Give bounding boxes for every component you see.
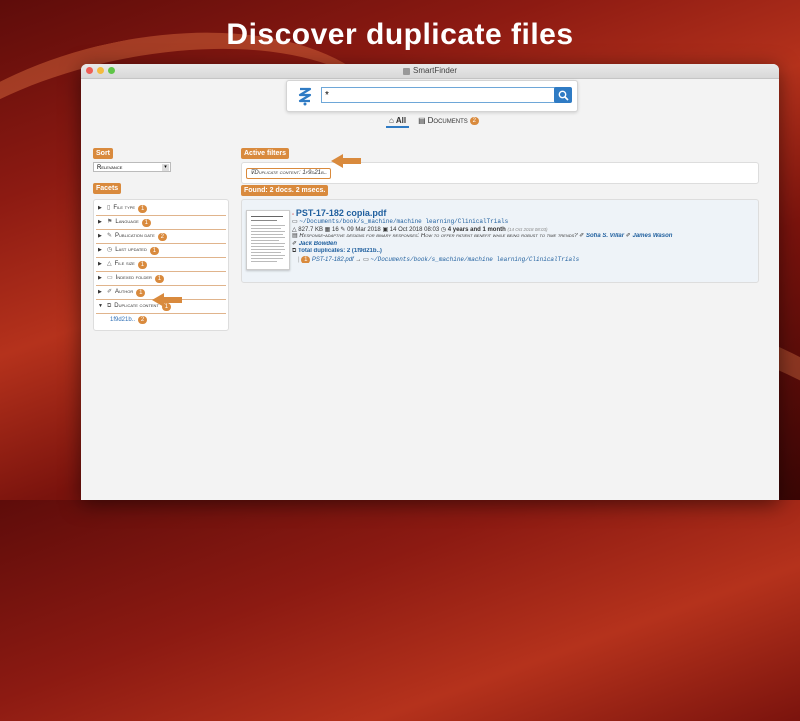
calendar-icon: ▣ bbox=[382, 226, 389, 233]
count-badge: 1 bbox=[154, 274, 164, 283]
folder-icon: ▭ bbox=[292, 219, 298, 225]
sort-select[interactable]: Relevance ▾ bbox=[93, 162, 171, 172]
title-bar: SmartFinder bbox=[81, 64, 779, 79]
chevron-down-icon: ▾ bbox=[162, 164, 169, 171]
flag-icon: ⚑ bbox=[107, 219, 113, 225]
window-title: SmartFinder bbox=[412, 66, 457, 75]
expand-arrow-icon: ▶ bbox=[98, 219, 102, 225]
duplicate-path-link[interactable]: ~/Documents/book/s_machine/machine learn… bbox=[370, 256, 579, 263]
file-age: 4 years and 1 month bbox=[447, 226, 506, 233]
document-thumbnail[interactable] bbox=[246, 210, 290, 270]
expand-arrow-icon: ▶ bbox=[98, 275, 102, 281]
active-filters-panel: Active filters ⊽Duplicate content: 1f9d2… bbox=[241, 142, 759, 184]
pages-icon: ▦ bbox=[324, 226, 331, 233]
author-link[interactable]: Jack Bowden bbox=[299, 241, 337, 247]
count-badge: 2 bbox=[138, 316, 148, 324]
facet-publication-date[interactable]: ▶ ✎ Publication date 2 bbox=[96, 230, 226, 244]
results-header: Found: 2 docs. 2 msecs. bbox=[241, 185, 329, 196]
expand-arrow-icon: ▶ bbox=[98, 289, 102, 295]
page-count: 16 bbox=[332, 226, 339, 233]
count-badge: 2 bbox=[469, 116, 479, 125]
facet-indexed-folder[interactable]: ▶ ▭ Indexed folder 1 bbox=[96, 272, 226, 286]
search-button[interactable] bbox=[554, 87, 572, 103]
file-age-detail: (14 Oct 2018 08:03) bbox=[507, 226, 548, 232]
document-icon: ▤ bbox=[418, 116, 426, 125]
folder-icon: ▭ bbox=[363, 256, 369, 263]
file-icon: ▯ bbox=[107, 205, 111, 211]
facets-list: ▶ ▯ File type 1 ▶ ⚑ Language 1 ▶ ✎ Publication d… bbox=[93, 199, 229, 331]
duplicate-file-link[interactable]: PST-17-182.pdf bbox=[312, 257, 354, 263]
result-item: ▫ PST-17-182 copia.pdf ▭ ~/Documents/boo… bbox=[241, 199, 759, 283]
publication-icon: ✎ bbox=[107, 233, 113, 239]
search-icon bbox=[558, 90, 569, 101]
pointer-arrow-icon bbox=[331, 154, 361, 168]
count-badge: 1 bbox=[137, 260, 147, 269]
clock-icon: ◷ bbox=[107, 247, 113, 253]
pointer-arrow-icon bbox=[152, 293, 182, 307]
home-icon: ⌂ bbox=[389, 116, 394, 125]
left-panel: Sort Relevance ▾ Facets ▶ ▯ File type 1 ▶ ⚑ L… bbox=[93, 142, 229, 331]
size-icon: △ bbox=[292, 226, 297, 233]
result-path-link[interactable]: ~/Documents/book/s_machine/machine learn… bbox=[299, 218, 508, 225]
pen-icon: ✐ bbox=[625, 233, 631, 239]
facet-file-type[interactable]: ▶ ▯ File type 1 bbox=[96, 202, 226, 216]
folder-icon: ▭ bbox=[107, 275, 113, 281]
expand-arrow-icon: ▶ bbox=[98, 233, 102, 239]
arrow-right-icon: → bbox=[355, 256, 362, 263]
count-badge: 1 bbox=[149, 246, 159, 255]
duplicate-icon: ⧉ bbox=[292, 248, 297, 254]
count-badge: 2 bbox=[157, 232, 167, 241]
author-link[interactable]: James Wason bbox=[632, 233, 672, 239]
facet-language[interactable]: ▶ ⚑ Language 1 bbox=[96, 216, 226, 230]
clock-icon: ◷ bbox=[440, 226, 447, 233]
pen-icon: ✐ bbox=[107, 289, 113, 295]
headline: Discover duplicate files bbox=[226, 18, 574, 51]
search-input[interactable] bbox=[321, 87, 561, 103]
subject-icon: ▤ bbox=[292, 233, 298, 239]
app-window: SmartFinder ⌂ All ▤ Documents 2 Sort R bbox=[81, 64, 779, 500]
modified-date: 14 Oct 2018 08:03 bbox=[389, 226, 440, 233]
count-badge: 1 bbox=[141, 218, 151, 227]
sort-label: Sort bbox=[93, 148, 113, 159]
publication-date: 09 Mar 2018 bbox=[347, 226, 381, 233]
facet-value-duplicate[interactable]: 1f9d21b.. 2 bbox=[96, 314, 226, 326]
smartfinder-logo-icon bbox=[298, 87, 312, 106]
active-filters-label: Active filters bbox=[241, 148, 290, 159]
count-badge: 1 bbox=[138, 204, 148, 213]
tab-all[interactable]: ⌂ All bbox=[386, 115, 410, 128]
size-icon: △ bbox=[107, 261, 112, 267]
expand-arrow-icon: ▶ bbox=[98, 205, 102, 211]
result-title-link[interactable]: PST-17-182 copia.pdf bbox=[296, 208, 387, 218]
zoom-window-button[interactable] bbox=[108, 67, 115, 74]
app-icon bbox=[402, 67, 410, 75]
author-link[interactable]: Sofia S. Villar bbox=[586, 233, 624, 239]
tab-bar: ⌂ All ▤ Documents 2 bbox=[386, 115, 482, 128]
duplicate-index-badge: 1 bbox=[301, 255, 311, 263]
close-window-button[interactable] bbox=[86, 67, 93, 74]
results-panel: Found: 2 docs. 2 msecs. ▫ PST-17-182 cop… bbox=[241, 179, 759, 283]
tab-documents[interactable]: ▤ Documents 2 bbox=[415, 115, 482, 128]
result-details: ▫ PST-17-182 copia.pdf ▭ ~/Documents/boo… bbox=[292, 208, 752, 263]
collapse-arrow-icon: ▼ bbox=[98, 303, 103, 309]
duplicates-summary: Total duplicates: 2 (1f9d21b..) bbox=[297, 248, 382, 254]
minimize-window-button[interactable] bbox=[97, 67, 104, 74]
search-panel bbox=[286, 80, 578, 112]
file-size: 827.7 KB bbox=[298, 226, 323, 233]
duplicate-icon: ⧉ bbox=[107, 303, 112, 309]
pen-icon: ✐ bbox=[579, 233, 585, 239]
publication-icon: ✎ bbox=[340, 226, 346, 233]
pen-icon: ✐ bbox=[292, 240, 298, 247]
document-subject: Response-adaptive designs for binary res… bbox=[299, 233, 578, 239]
expand-arrow-icon: ▶ bbox=[98, 247, 102, 253]
filter-chip[interactable]: ⊽Duplicate content: 1f9d21b.. bbox=[246, 168, 332, 179]
tree-line: | bbox=[298, 256, 300, 263]
expand-arrow-icon: ▶ bbox=[98, 261, 102, 267]
count-badge: 1 bbox=[136, 288, 146, 297]
facets-label: Facets bbox=[93, 183, 122, 194]
facet-last-updated[interactable]: ▶ ◷ Last updated 1 bbox=[96, 244, 226, 258]
facet-file-size[interactable]: ▶ △ File size 1 bbox=[96, 258, 226, 272]
